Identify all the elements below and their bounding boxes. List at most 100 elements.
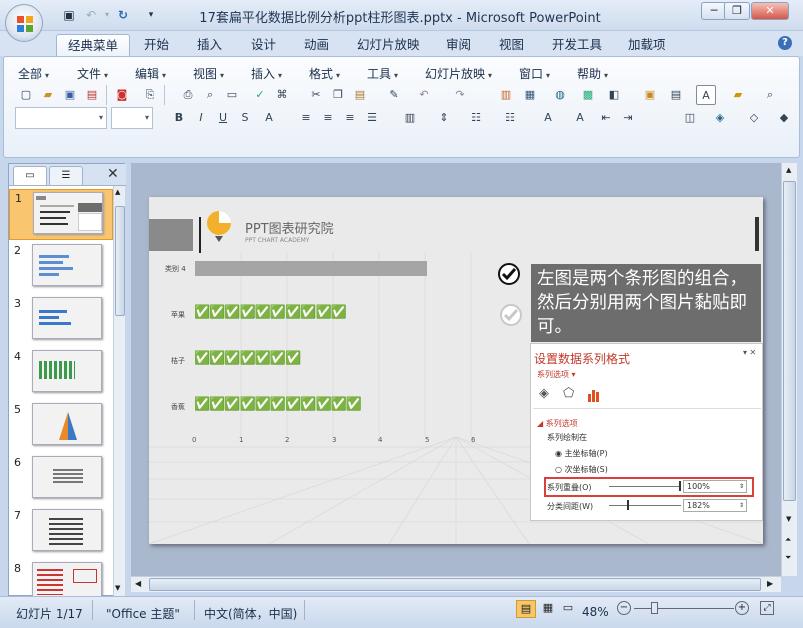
format-painter-icon[interactable]: ✎	[384, 85, 404, 105]
copy-icon[interactable]: ❐	[328, 85, 348, 105]
insert-table-icon[interactable]: ▦	[520, 85, 540, 105]
zoom-level[interactable]: 48%	[582, 605, 609, 619]
menu-view[interactable]: 视图 ▾	[193, 65, 224, 82]
undo-icon[interactable]: ↶	[414, 85, 434, 105]
scroll-down-icon[interactable]: ▼	[786, 515, 791, 523]
zoom-slider-handle[interactable]	[651, 602, 658, 614]
insert-chart-icon[interactable]: ▥	[496, 85, 516, 105]
shadow-button[interactable]: S	[235, 108, 255, 128]
menu-file[interactable]: 文件 ▾	[77, 65, 108, 82]
redo-icon[interactable]: ↷	[450, 85, 470, 105]
language-indicator[interactable]: 中文(简体，中国)	[204, 605, 297, 622]
scroll-thumb[interactable]	[149, 578, 761, 591]
panel-scrollbar[interactable]: ▲ ▼	[113, 186, 125, 596]
slide-thumbnail[interactable]: 1	[9, 189, 113, 240]
menu-window[interactable]: 窗口 ▾	[519, 65, 550, 82]
slide-thumbnail[interactable]: 5	[9, 401, 113, 452]
scroll-left-icon[interactable]: ◀	[135, 579, 141, 588]
zoom-out-icon[interactable]: −	[617, 601, 631, 615]
slide-sorter-icon[interactable]: ▦	[538, 600, 558, 618]
font-name-combo[interactable]: ▾	[15, 107, 107, 129]
new-file-icon[interactable]: ▢	[16, 85, 36, 105]
slide-thumbnail[interactable]: 7	[9, 507, 113, 558]
insert-picture-icon[interactable]: ▩	[578, 85, 598, 105]
character-spacing-button[interactable]: A	[259, 108, 279, 128]
tab-outline[interactable]: ☰	[49, 166, 83, 185]
slideshow-view-icon[interactable]: ▭	[558, 600, 578, 618]
spelling-icon[interactable]: ✓	[250, 85, 270, 105]
increase-font-icon[interactable]: A	[538, 108, 558, 128]
tab-view[interactable]: 视图	[488, 34, 535, 56]
numbering-icon[interactable]: ☷	[500, 108, 520, 128]
menu-help[interactable]: 帮助 ▾	[577, 65, 608, 82]
tab-classic-menu[interactable]: 经典菜单	[56, 34, 131, 56]
tab-slides[interactable]: ▭	[13, 166, 47, 185]
tab-home[interactable]: 开始	[133, 34, 180, 56]
tab-review[interactable]: 审阅	[435, 34, 482, 56]
color-grayscale-icon[interactable]: ◧	[604, 85, 624, 105]
save-icon[interactable]: ▣	[60, 6, 78, 24]
scroll-up-icon[interactable]: ▲	[115, 188, 120, 196]
decrease-font-icon[interactable]: A	[570, 108, 590, 128]
slide-thumbnail[interactable]: 3	[9, 295, 113, 346]
slide-layout-icon[interactable]: ▭	[222, 85, 242, 105]
tab-insert[interactable]: 插入	[186, 34, 233, 56]
text-box-icon[interactable]: A	[696, 85, 716, 105]
zoom-slider[interactable]	[634, 608, 734, 609]
tab-animations[interactable]: 动画	[293, 34, 340, 56]
paste-icon[interactable]: ▤	[350, 85, 370, 105]
cut-icon[interactable]: ✂	[306, 85, 326, 105]
bold-button[interactable]: B	[169, 108, 189, 128]
align-left-icon[interactable]: ≡	[296, 108, 316, 128]
scroll-right-icon[interactable]: ▶	[767, 579, 773, 588]
vertical-scrollbar[interactable]: ▲ ▼ ⏶ ⏷	[781, 163, 797, 576]
arrange-icon[interactable]: ◫	[680, 108, 700, 128]
redo-icon[interactable]: ↻	[114, 6, 132, 24]
theme-name[interactable]: "Office 主题"	[106, 605, 180, 622]
tab-design[interactable]: 设计	[240, 34, 287, 56]
slide-thumbnail[interactable]: 6	[9, 454, 113, 505]
slide-canvas[interactable]: PPT图表研究院 PPT CHART ACADEMY 类别 4 苹果 ✅✅✅✅✅…	[149, 197, 763, 544]
italic-button[interactable]: I	[191, 108, 211, 128]
print-preview-icon[interactable]: ⌕	[200, 85, 220, 105]
decrease-indent-icon[interactable]: ⇤	[596, 108, 616, 128]
quick-styles-icon[interactable]: ◈	[710, 108, 730, 128]
menu-slideshow[interactable]: 幻灯片放映 ▾	[425, 65, 492, 82]
next-slide-icon[interactable]: ⏷	[785, 553, 791, 563]
scroll-down-icon[interactable]: ▼	[115, 584, 120, 592]
menu-tools[interactable]: 工具 ▾	[367, 65, 398, 82]
text-direction-icon[interactable]: ⇕	[434, 108, 454, 128]
close-button[interactable]: ✕	[751, 2, 789, 20]
insert-smartart-icon[interactable]: ◍	[550, 85, 570, 105]
shape-outline-icon[interactable]: ◆	[774, 108, 794, 128]
permission-icon[interactable]: ◙	[112, 85, 132, 105]
normal-view-icon[interactable]: ▤	[516, 600, 536, 618]
save-icon[interactable]: ▣	[60, 85, 80, 105]
menu-all[interactable]: 全部 ▾	[18, 65, 49, 82]
help-icon[interactable]: ?	[778, 36, 792, 50]
menu-insert[interactable]: 插入 ▾	[251, 65, 282, 82]
tab-developer[interactable]: 开发工具	[541, 34, 613, 56]
pdf-icon[interactable]: ▤	[82, 85, 102, 105]
scroll-thumb[interactable]	[115, 206, 125, 316]
tab-slideshow[interactable]: 幻灯片放映	[346, 34, 431, 56]
customize-qat-icon[interactable]: ▾	[142, 6, 160, 24]
close-icon[interactable]: ✕	[107, 166, 119, 182]
maximize-button[interactable]: ❐	[724, 2, 750, 20]
shape-fill-icon[interactable]: ◇	[744, 108, 764, 128]
horizontal-scrollbar[interactable]: ◀ ▶	[131, 576, 781, 592]
open-folder-icon[interactable]: ▰	[38, 85, 58, 105]
new-slide-icon[interactable]: ▣	[640, 85, 660, 105]
increase-indent-icon[interactable]: ⇥	[618, 108, 638, 128]
attach-icon[interactable]: ⎘	[140, 85, 160, 105]
bullets-icon[interactable]: ☷	[466, 108, 486, 128]
scroll-up-icon[interactable]: ▲	[786, 166, 791, 174]
justify-icon[interactable]: ☰	[362, 108, 382, 128]
underline-button[interactable]: U	[213, 108, 233, 128]
menu-format[interactable]: 格式 ▾	[309, 65, 340, 82]
slide-thumbnail[interactable]: 2	[9, 242, 113, 293]
office-button[interactable]	[5, 4, 43, 42]
previous-slide-icon[interactable]: ⏶	[785, 535, 791, 545]
align-center-icon[interactable]: ≡	[318, 108, 338, 128]
zoom-in-icon[interactable]: +	[735, 601, 749, 615]
